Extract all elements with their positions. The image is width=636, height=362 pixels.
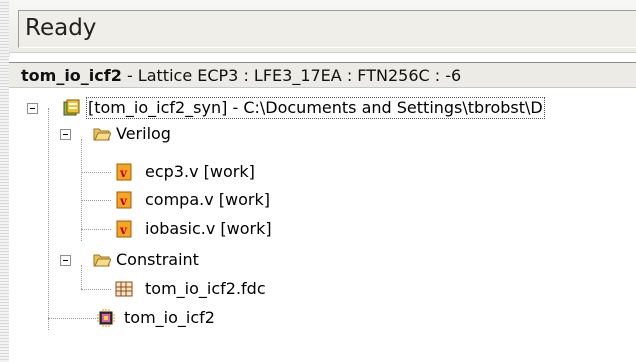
status-text: Ready (25, 15, 97, 41)
tree-node-file-compa[interactable]: v compa.v [work] (9, 188, 409, 212)
implementation-chip-icon (97, 309, 115, 327)
file-label: ecp3.v [work] (145, 162, 255, 181)
svg-text:v: v (119, 166, 128, 180)
tree-node-file-iobasic[interactable]: v iobasic.v [work] (9, 217, 409, 241)
verilog-file-icon: v (116, 163, 132, 181)
project-icon (63, 99, 80, 116)
file-label: iobasic.v [work] (145, 219, 272, 238)
tree-node-project-root[interactable]: [tom_io_icf2_syn] - C:\Documents and Set… (9, 96, 636, 120)
collapse-toggle[interactable] (27, 103, 38, 114)
project-name: tom_io_icf2 (21, 66, 122, 85)
tree-node-verilog-folder[interactable]: Verilog (9, 122, 309, 146)
status-bar: Ready (9, 0, 636, 53)
tree-node-file-fdc[interactable]: tom_io_icf2.fdc (9, 277, 409, 301)
file-label: tom_io_icf2.fdc (145, 279, 266, 298)
verilog-file-icon: v (116, 220, 132, 238)
constraint-folder-label: Constraint (116, 250, 199, 269)
folder-open-icon (93, 254, 111, 267)
tree-node-constraint-folder[interactable]: Constraint (9, 248, 309, 272)
svg-text:v: v (119, 194, 128, 208)
implementation-label: tom_io_icf2 (124, 308, 215, 327)
status-panel (18, 10, 636, 48)
file-label: compa.v [work] (145, 190, 270, 209)
constraint-file-icon (115, 281, 133, 297)
tree-node-file-ecp3[interactable]: v ecp3.v [work] (9, 160, 409, 184)
project-tree[interactable]: [tom_io_icf2_syn] - C:\Documents and Set… (9, 91, 636, 361)
project-tree-panel: tom_io_icf2 - Lattice ECP3 : LFE3_17EA :… (9, 57, 636, 362)
verilog-folder-label: Verilog (116, 124, 171, 143)
folder-open-icon (93, 128, 111, 141)
project-header: tom_io_icf2 - Lattice ECP3 : LFE3_17EA :… (9, 62, 636, 88)
project-device-details: - Lattice ECP3 : LFE3_17EA : FTN256C : -… (121, 66, 462, 85)
svg-text:v: v (119, 223, 128, 237)
tree-node-implementation[interactable]: tom_io_icf2 (9, 306, 309, 330)
verilog-file-icon: v (116, 191, 132, 209)
project-root-label: [tom_io_icf2_syn] - C:\Documents and Set… (86, 97, 545, 119)
collapse-toggle[interactable] (60, 129, 71, 140)
collapse-toggle[interactable] (60, 255, 71, 266)
